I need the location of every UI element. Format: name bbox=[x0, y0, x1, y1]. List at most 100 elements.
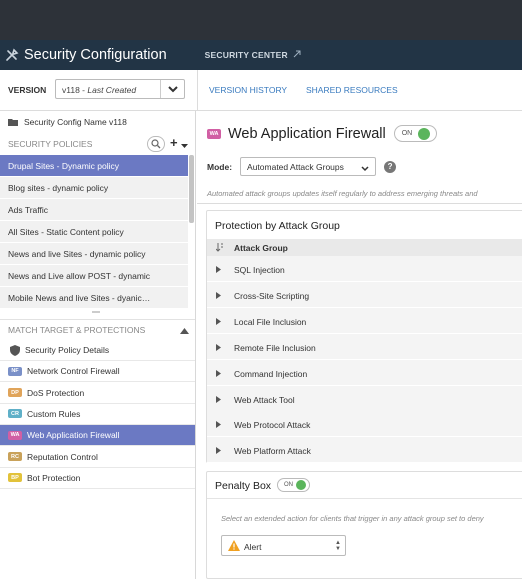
sort-icon[interactable] bbox=[215, 243, 224, 254]
protection-badge: WA bbox=[8, 430, 22, 440]
waf-toggle[interactable]: ON bbox=[393, 125, 437, 142]
protection-item-label: Custom Rules bbox=[27, 408, 81, 419]
security-center-link[interactable]: SECURITY CENTER bbox=[205, 50, 288, 60]
protection-item[interactable]: BP Bot Protection bbox=[0, 468, 195, 489]
penalty-action-value: Alert bbox=[244, 542, 262, 552]
attack-group-label: SQL Injection bbox=[234, 265, 285, 275]
expand-arrow-icon[interactable] bbox=[216, 343, 221, 353]
penalty-box-header: Penalty Box ON bbox=[207, 472, 522, 499]
shield-icon bbox=[10, 344, 20, 356]
protection-item[interactable]: DP DoS Protection bbox=[0, 383, 195, 404]
folder-icon bbox=[8, 118, 18, 126]
security-policies-title: SECURITY POLICIES bbox=[8, 139, 93, 149]
waf-header: WA Web Application Firewall ON bbox=[207, 125, 437, 142]
policy-item-label: News and Live allow POST - dynamic bbox=[8, 271, 151, 281]
attack-group-row[interactable]: Web Platform Attack bbox=[207, 437, 522, 464]
policy-item[interactable]: All Sites - Static Content policy bbox=[0, 221, 188, 243]
expand-arrow-icon[interactable] bbox=[216, 265, 221, 275]
attack-group-row[interactable]: Web Attack Tool bbox=[207, 385, 522, 412]
external-link-icon[interactable] bbox=[293, 50, 301, 60]
penalty-box-title: Penalty Box bbox=[215, 480, 272, 492]
attack-group-label: Remote File Inclusion bbox=[234, 342, 316, 353]
version-history-link[interactable]: VERSION HISTORY bbox=[209, 85, 287, 95]
protection-badge: BP bbox=[8, 473, 22, 483]
help-icon[interactable]: ? bbox=[384, 160, 397, 173]
policy-list: Drupal Sites - Dynamic policy Blog sites … bbox=[0, 155, 195, 310]
app-header: Security Configuration SECURITY CENTER bbox=[0, 40, 522, 70]
top-bar bbox=[0, 0, 522, 40]
wrench-icon bbox=[5, 48, 19, 62]
chevron-down-icon[interactable] bbox=[160, 80, 184, 98]
match-target-title: MATCH TARGET & PROTECTIONS bbox=[8, 325, 146, 335]
policy-item[interactable]: News and live Sites - dynamic policy bbox=[0, 243, 188, 265]
search-icon[interactable] bbox=[147, 136, 165, 152]
protection-badge: NF bbox=[8, 366, 22, 376]
warning-icon bbox=[228, 540, 240, 553]
attack-group-row[interactable]: Web Protocol Attack bbox=[207, 411, 522, 438]
protection-item[interactable]: RC Reputation Control bbox=[0, 447, 195, 468]
policy-item[interactable]: Mobile News and live Sites - dyanic… bbox=[0, 287, 188, 309]
mode-label: Mode: bbox=[207, 161, 233, 172]
protection-item-label: Web Application Firewall bbox=[27, 430, 120, 441]
policy-item-label: All Sites - Static Content policy bbox=[8, 227, 124, 237]
mode-description: Automated attack groups updates itself r… bbox=[207, 189, 478, 198]
resize-grip[interactable] bbox=[92, 311, 100, 313]
caret-up-icon[interactable] bbox=[180, 326, 189, 336]
policy-item[interactable]: Drupal Sites - Dynamic policy bbox=[0, 155, 188, 177]
attack-group-column: Attack Group bbox=[234, 243, 288, 253]
attack-group-row[interactable]: SQL Injection bbox=[207, 256, 522, 282]
toggle-on-label: ON bbox=[284, 482, 293, 488]
attack-group-row[interactable]: Cross-Site Scripting bbox=[207, 281, 522, 308]
policy-item-label: Ads Traffic bbox=[8, 205, 48, 215]
attack-group-row[interactable]: Local File Inclusion bbox=[207, 307, 522, 334]
policy-list-scrollbar[interactable] bbox=[189, 155, 194, 223]
attack-group-label: Web Protocol Attack bbox=[234, 420, 311, 431]
expand-arrow-icon[interactable] bbox=[216, 446, 221, 456]
version-select-value: v118 - Last Created bbox=[62, 85, 137, 95]
policy-item[interactable]: Ads Traffic bbox=[0, 199, 188, 221]
attack-group-label: Local File Inclusion bbox=[234, 316, 307, 327]
policy-item[interactable]: Blog sites - dynamic policy bbox=[0, 177, 188, 199]
divider bbox=[197, 203, 522, 204]
expand-arrow-icon[interactable] bbox=[216, 420, 221, 430]
attack-group-label: Web Platform Attack bbox=[234, 446, 311, 457]
protection-item[interactable]: CR Custom Rules bbox=[0, 404, 195, 425]
up-down-icon: ▲ ▼ bbox=[335, 540, 341, 552]
mode-select[interactable]: Automated Attack Groups bbox=[240, 157, 377, 176]
policy-item[interactable]: News and Live allow POST - dynamic bbox=[0, 265, 188, 287]
protection-item[interactable]: Security Policy Details bbox=[0, 340, 195, 361]
toggle-knob bbox=[418, 127, 431, 140]
sidebar: Security Config Name v118 SECURITY POLIC… bbox=[0, 111, 196, 579]
attack-group-label: Command Injection bbox=[234, 368, 308, 379]
expand-arrow-icon[interactable] bbox=[216, 395, 221, 405]
divider bbox=[197, 70, 198, 110]
chevron-down-icon bbox=[361, 164, 369, 174]
attack-group-row[interactable]: Remote File Inclusion bbox=[207, 333, 522, 360]
protection-item[interactable]: WA Web Application Firewall bbox=[0, 425, 195, 447]
waf-badge: WA bbox=[207, 128, 221, 139]
caret-down-icon[interactable] bbox=[181, 141, 188, 151]
expand-arrow-icon[interactable] bbox=[216, 317, 221, 327]
protection-item[interactable]: NF Network Control Firewall bbox=[0, 361, 195, 383]
protection-item-label: Reputation Control bbox=[27, 451, 98, 462]
attack-group-label: Cross-Site Scripting bbox=[234, 290, 310, 301]
attack-panel-title: Protection by Attack Group bbox=[215, 220, 340, 232]
expand-arrow-icon[interactable] bbox=[216, 369, 221, 379]
penalty-toggle[interactable]: ON bbox=[277, 478, 310, 492]
shared-resources-link[interactable]: SHARED RESOURCES bbox=[306, 85, 398, 95]
attack-group-label: Web Attack Tool bbox=[234, 394, 295, 405]
protection-badge: RC bbox=[8, 452, 22, 461]
version-select[interactable]: v118 - Last Created bbox=[55, 79, 185, 99]
add-policy-icon[interactable]: + bbox=[170, 135, 178, 150]
penalty-box-panel: Penalty Box ON Select an extended action… bbox=[206, 471, 522, 579]
version-label: VERSION bbox=[8, 85, 47, 95]
expand-arrow-icon[interactable] bbox=[216, 291, 221, 301]
attack-group-row[interactable]: Command Injection bbox=[207, 359, 522, 386]
main-panel: WA Web Application Firewall ON Mode: Aut… bbox=[197, 111, 522, 579]
config-name: Security Config Name v118 bbox=[0, 111, 195, 133]
attack-group-panel: Protection by Attack Group Attack Group … bbox=[206, 210, 522, 464]
policy-item-label: Blog sites - dynamic policy bbox=[8, 183, 109, 193]
penalty-action-select[interactable]: Alert ▲ ▼ bbox=[221, 535, 346, 556]
protection-item-label: Bot Protection bbox=[27, 472, 81, 483]
config-name-label: Security Config Name v118 bbox=[24, 117, 127, 127]
